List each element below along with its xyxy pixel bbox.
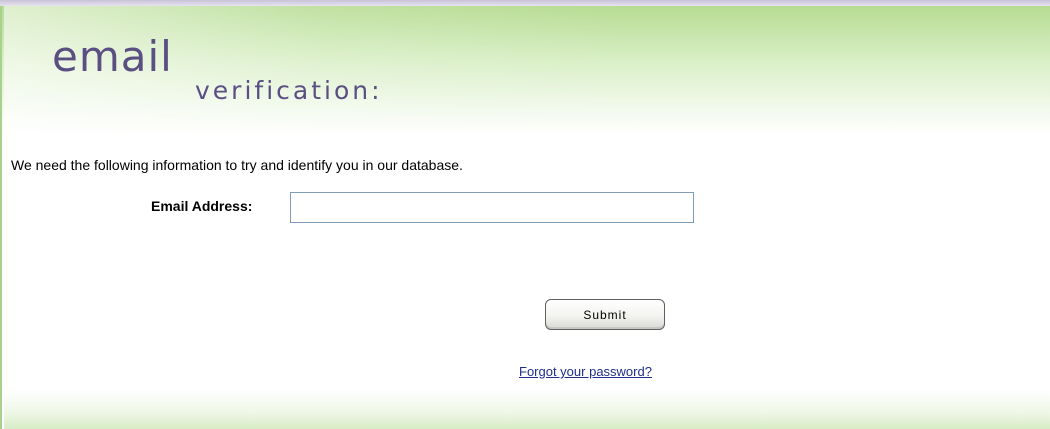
email-address-label: Email Address:: [151, 198, 253, 214]
forgot-password-link[interactable]: Forgot your password?: [519, 364, 652, 379]
verification-panel: email verification: We need the followin…: [0, 6, 1050, 429]
email-verification-page: email verification: We need the followin…: [0, 0, 1050, 429]
submit-button[interactable]: Submit: [545, 299, 665, 330]
panel-bottom-gradient: [4, 389, 1050, 429]
intro-text: We need the following information to try…: [11, 157, 463, 173]
page-title-main: email: [52, 32, 173, 81]
page-title-sub: verification:: [195, 76, 383, 105]
email-address-input[interactable]: [290, 192, 694, 223]
